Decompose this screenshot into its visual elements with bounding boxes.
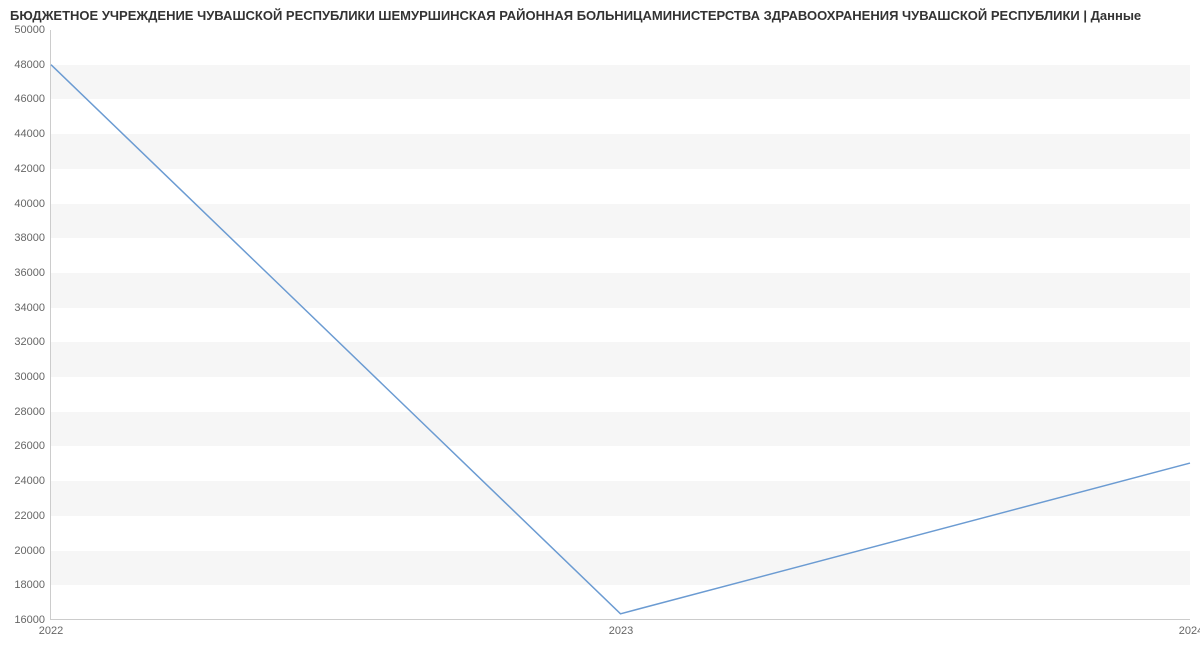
data-line	[51, 65, 1190, 614]
x-tick-label: 2023	[609, 625, 633, 637]
y-tick-label: 26000	[14, 440, 45, 452]
y-tick-label: 22000	[14, 510, 45, 522]
y-tick-label: 30000	[14, 371, 45, 383]
y-tick-label: 28000	[14, 406, 45, 418]
y-tick-label: 18000	[14, 579, 45, 591]
y-tick-label: 42000	[14, 163, 45, 175]
y-tick-label: 38000	[14, 232, 45, 244]
y-tick-label: 36000	[14, 267, 45, 279]
grid-line	[51, 620, 1190, 621]
y-tick-label: 44000	[14, 128, 45, 140]
plot-area: 1600018000200002200024000260002800030000…	[50, 30, 1190, 620]
y-tick-label: 24000	[14, 475, 45, 487]
chart-title: БЮДЖЕТНОЕ УЧРЕЖДЕНИЕ ЧУВАШСКОЙ РЕСПУБЛИК…	[0, 0, 1200, 27]
y-tick-label: 20000	[14, 545, 45, 557]
y-tick-label: 48000	[14, 59, 45, 71]
chart-container: 1600018000200002200024000260002800030000…	[50, 30, 1190, 620]
x-tick-label: 2024	[1179, 625, 1200, 637]
y-tick-label: 34000	[14, 302, 45, 314]
y-tick-label: 46000	[14, 93, 45, 105]
line-series	[51, 30, 1190, 619]
y-tick-label: 50000	[14, 24, 45, 36]
y-tick-label: 32000	[14, 336, 45, 348]
x-tick-label: 2022	[39, 625, 63, 637]
y-tick-label: 40000	[14, 198, 45, 210]
